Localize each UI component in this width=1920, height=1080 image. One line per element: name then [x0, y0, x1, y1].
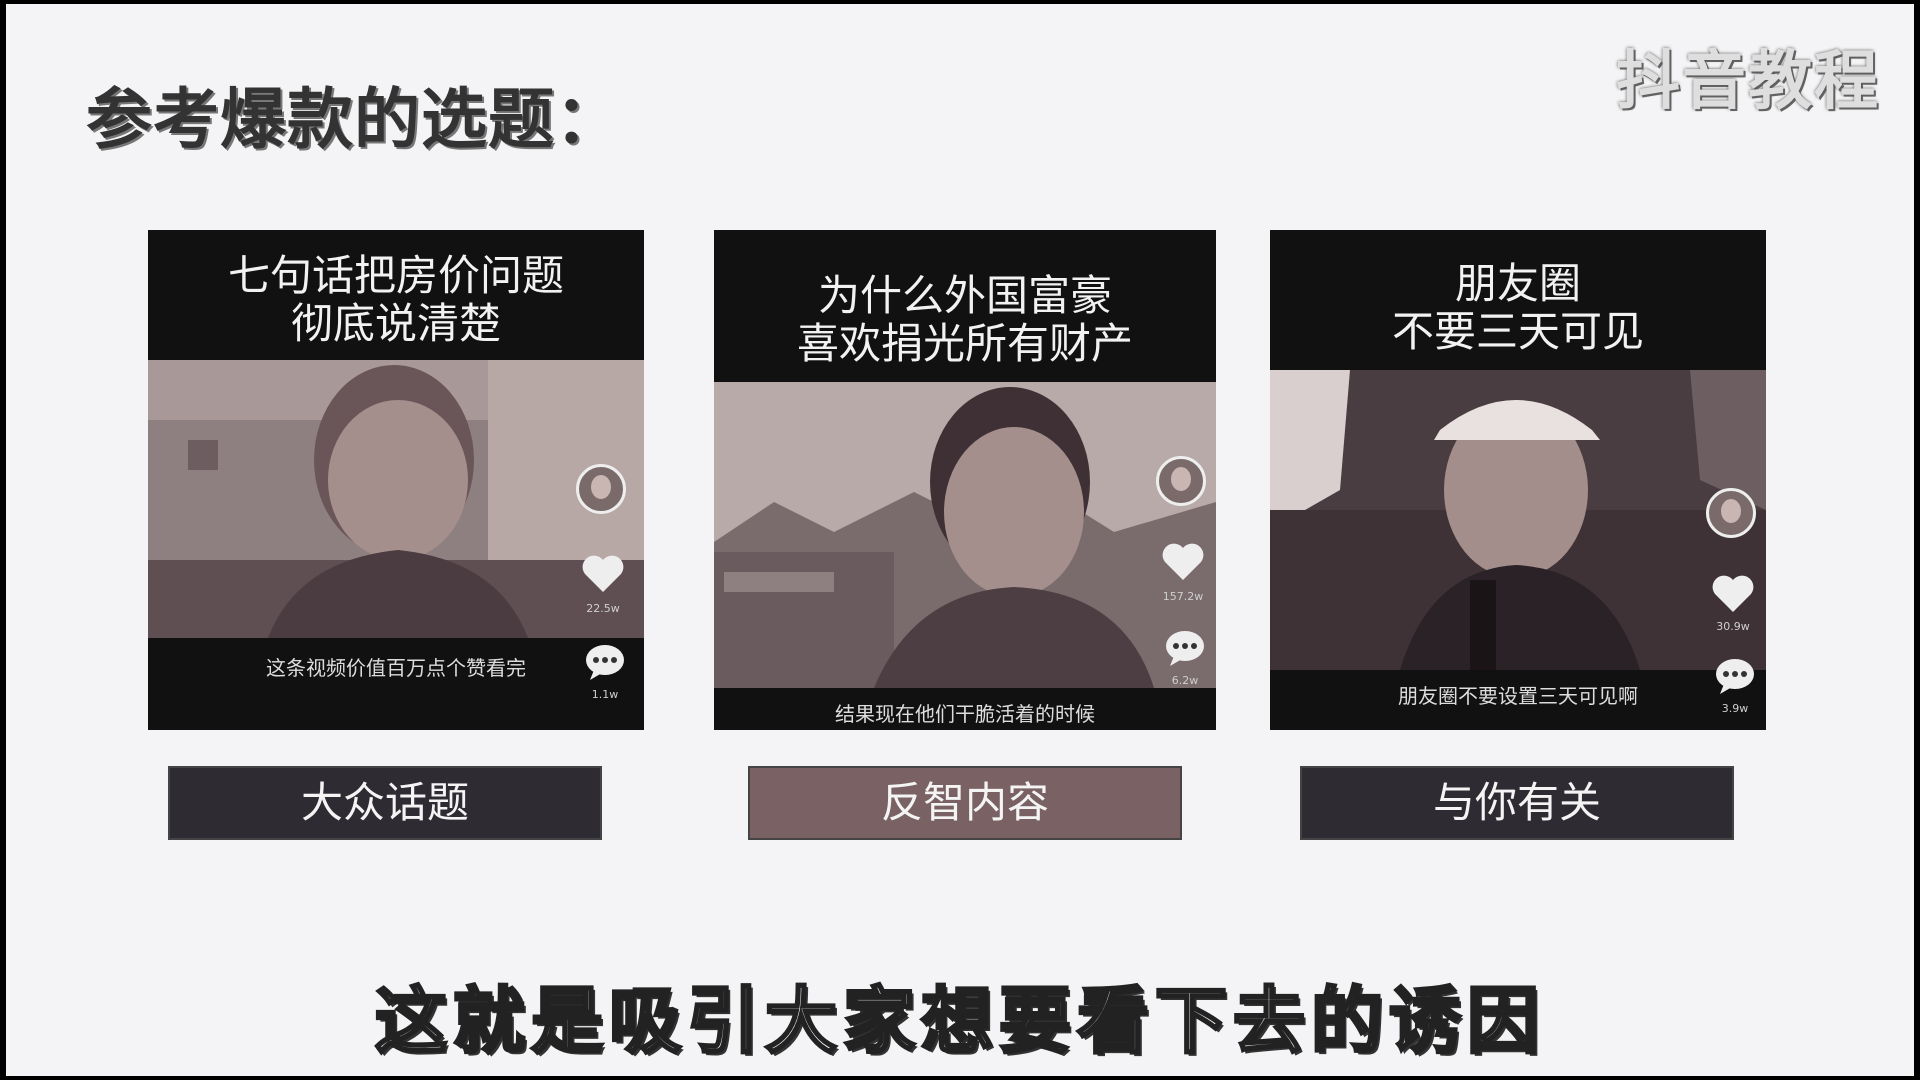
page-title: 参考爆款的选题：: [86, 81, 622, 158]
like-count: 30.9w: [1716, 620, 1750, 633]
avatar[interactable]: [576, 464, 626, 514]
heart-icon[interactable]: [1710, 572, 1756, 614]
comment-icon[interactable]: [1164, 628, 1206, 668]
heart-icon[interactable]: [580, 552, 626, 594]
video-thumbnail: [148, 360, 644, 638]
comment-count: 3.9w: [1721, 702, 1749, 715]
card-subtitle: 这条视频价值百万点个赞看完: [266, 656, 526, 680]
video-card-3[interactable]: 朋友圈 不要三天可见 30.9w 朋友圈不要设置三天可见啊 3.9w: [1270, 230, 1766, 730]
video-thumbnail: [1270, 370, 1766, 670]
tag-relevant-to-you: 与你有关: [1302, 768, 1732, 838]
video-subtitle: 这就是吸引大家想要看下去的诱因: [373, 978, 1545, 1065]
tag-anti-intellectual: 反智内容: [750, 768, 1180, 838]
avatar[interactable]: [1156, 456, 1206, 506]
video-card-1[interactable]: 七句话把房价问题 彻底说清楚 22.5w 这条视频价值百万点个赞看完 1.1w: [148, 230, 644, 730]
video-card-2[interactable]: 为什么外国富豪 喜欢捐光所有财产 157.2w 6.2w 结果现在他们干脆活着的…: [714, 230, 1216, 730]
video-thumbnail: [714, 382, 1216, 688]
like-count: 157.2w: [1162, 590, 1204, 603]
watermark-logo: 抖音教程: [1616, 45, 1880, 119]
card-subtitle: 结果现在他们干脆活着的时候: [835, 702, 1095, 726]
comment-count: 1.1w: [591, 688, 619, 701]
comment-icon[interactable]: [1714, 656, 1756, 696]
card-caption: 为什么外国富豪 喜欢捐光所有财产: [714, 230, 1216, 402]
slide: 参考爆款的选题： 抖音教程 七句话把房价问题 彻底说清楚 22.5w 这条视频价…: [6, 4, 1914, 1076]
avatar[interactable]: [1706, 488, 1756, 538]
comment-count: 6.2w: [1171, 674, 1199, 687]
card-caption: 朋友圈 不要三天可见: [1270, 230, 1766, 370]
comment-icon[interactable]: [584, 642, 626, 682]
card-subtitle: 朋友圈不要设置三天可见啊: [1398, 684, 1638, 708]
tag-popular-topic: 大众话题: [170, 768, 600, 838]
like-count: 22.5w: [586, 602, 620, 615]
card-caption: 七句话把房价问题 彻底说清楚: [148, 230, 644, 352]
heart-icon[interactable]: [1160, 540, 1206, 582]
